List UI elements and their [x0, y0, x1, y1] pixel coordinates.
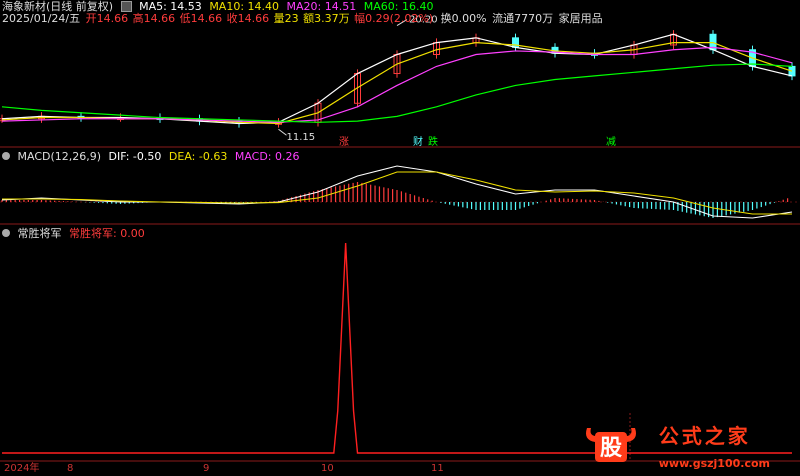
- date-label: 2025/01/24/五: [2, 12, 81, 25]
- low-pointer: [278, 128, 287, 136]
- low-label: 低14.66: [179, 12, 223, 25]
- watermark-url: www.gszj100.com: [658, 457, 770, 470]
- custom-indicator-value: 常胜将军: 0.00: [69, 227, 145, 240]
- macd-value-label: MACD: 0.26: [234, 150, 300, 163]
- sector-label[interactable]: 家居用品: [559, 12, 603, 25]
- volume-label: 量23: [273, 12, 299, 25]
- x-tick-3: 10: [321, 463, 334, 474]
- float-label: 流通7770万: [492, 12, 554, 25]
- logo-text: 股: [600, 436, 622, 461]
- low-price-label: 11.15: [287, 132, 316, 143]
- event-marker: 跌: [428, 135, 438, 148]
- custom-indicator-header: 常胜将军 常胜将军: 0.00: [2, 227, 149, 241]
- turnover-label: 换0.00%: [440, 12, 487, 25]
- open-label: 开14.66: [85, 12, 129, 25]
- close-label: 收14.66: [226, 12, 270, 25]
- macd-settings-icon[interactable]: [2, 152, 10, 160]
- dif-label: DIF: -0.50: [108, 150, 162, 163]
- macd-header: MACD(12,26,9) DIF: -0.50 DEA: -0.63 MACD…: [2, 150, 304, 164]
- event-marker: 涨: [339, 136, 349, 148]
- x-tick-2: 9: [203, 463, 210, 474]
- price-candle: [512, 37, 519, 48]
- bull-logo-icon: 股: [585, 428, 636, 462]
- watermark-title: 公式之家: [658, 424, 751, 448]
- custom-settings-icon[interactable]: [2, 229, 10, 237]
- event-marker: 减: [606, 136, 616, 148]
- high-label: 高14.66: [132, 12, 176, 25]
- x-tick-4: 11: [431, 463, 444, 474]
- change-label: 幅0.29(2.02%): [354, 12, 434, 25]
- dea-label: DEA: -0.63: [168, 150, 228, 163]
- x-tick-1: 8: [67, 463, 74, 474]
- header-row-2: 2025/01/24/五 开14.66 高14.66 低14.66 收14.66…: [2, 12, 607, 26]
- macd-name[interactable]: MACD(12,26,9): [18, 150, 102, 163]
- custom-indicator-name[interactable]: 常胜将军: [18, 227, 62, 240]
- ma-toggle-icon[interactable]: [120, 0, 132, 12]
- amount-label: 额3.37万: [303, 12, 350, 25]
- x-tick-0: 2024年: [4, 463, 40, 474]
- event-marker: 财: [413, 135, 423, 148]
- watermark: 股 公式之家 www.gszj100.com: [585, 420, 770, 470]
